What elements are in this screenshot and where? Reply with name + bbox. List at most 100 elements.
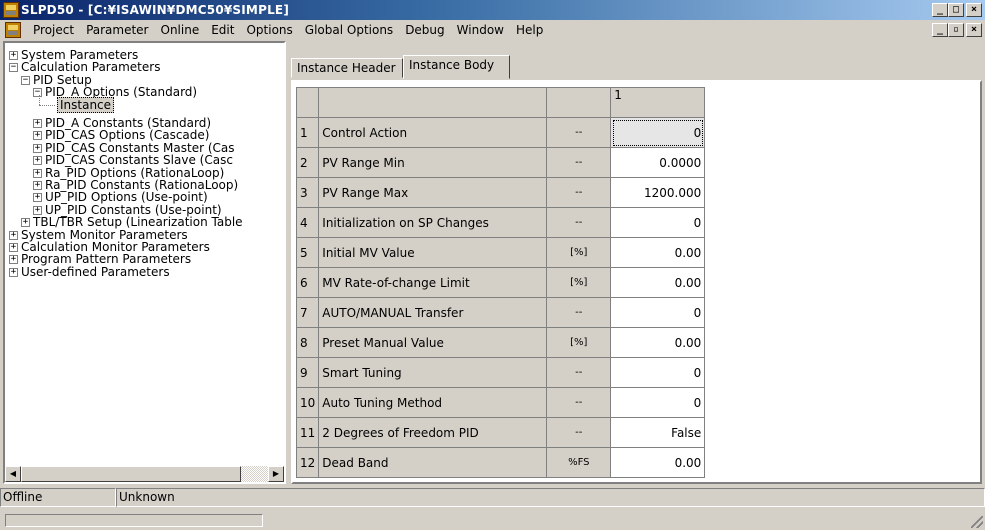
- expand-icon[interactable]: +: [33, 143, 42, 153]
- menu-project[interactable]: Project: [27, 23, 80, 37]
- row-number: 5: [295, 237, 320, 268]
- expand-icon[interactable]: +: [33, 181, 42, 190]
- document-window-controls: _ ▫ ×: [932, 23, 982, 37]
- row-number: 4: [295, 207, 320, 238]
- column-header[interactable]: 1: [610, 87, 706, 118]
- row-number: 9: [295, 357, 320, 388]
- parameter-value[interactable]: 0.00: [610, 237, 706, 268]
- resize-grip-icon[interactable]: [971, 516, 983, 528]
- table-row: 5 Initial MV Value [%] 0.00: [295, 237, 706, 268]
- menu-help[interactable]: Help: [510, 23, 549, 37]
- corner-cell: [295, 87, 320, 118]
- parameter-name: PV Range Min: [318, 147, 548, 178]
- row-number: 6: [295, 267, 320, 298]
- parameter-value[interactable]: 0: [610, 117, 706, 148]
- table-row: 4 Initialization on SP Changes -- 0: [295, 207, 706, 238]
- collapse-icon[interactable]: −: [33, 88, 42, 98]
- expand-icon[interactable]: +: [9, 51, 18, 60]
- menu-window[interactable]: Window: [451, 23, 510, 37]
- parameter-value[interactable]: 0.00: [610, 267, 706, 298]
- parameter-unit: --: [546, 417, 612, 448]
- app-icon[interactable]: [3, 2, 19, 18]
- close-button[interactable]: ×: [966, 3, 982, 17]
- parameter-name: AUTO/MANUAL Transfer: [318, 297, 548, 328]
- table-row: 11 2 Degrees of Freedom PID -- False: [295, 417, 706, 448]
- tree-connector: [39, 104, 55, 106]
- document-icon[interactable]: [5, 22, 21, 38]
- grid-header-row: 1: [295, 87, 706, 118]
- table-row: 1 Control Action -- 0: [295, 117, 706, 148]
- expand-icon[interactable]: +: [33, 168, 42, 178]
- row-number: 7: [295, 297, 320, 328]
- parameter-name: PV Range Max: [318, 177, 548, 208]
- parameter-grid: 1 1 Control Action -- 0 2 PV Range Min -- 0.000…: [295, 87, 706, 478]
- menu-online[interactable]: Online: [155, 23, 206, 37]
- menu-parameter[interactable]: Parameter: [80, 23, 154, 37]
- expand-icon[interactable]: +: [21, 218, 30, 228]
- parameter-value[interactable]: 0: [610, 357, 706, 388]
- row-number: 1: [295, 117, 320, 148]
- parameter-value[interactable]: 0.00: [610, 327, 706, 358]
- window-title: SLPD50 - [C:¥ISAWIN¥DMC50¥SIMPLE]: [21, 3, 289, 17]
- scroll-left-icon[interactable]: ◀: [5, 466, 21, 482]
- collapse-icon[interactable]: −: [21, 75, 30, 85]
- parameter-value[interactable]: False: [610, 417, 706, 448]
- menu-options[interactable]: Options: [240, 23, 298, 37]
- expand-icon[interactable]: +: [33, 193, 42, 203]
- expand-icon[interactable]: +: [33, 205, 42, 215]
- minimize-button[interactable]: _: [932, 3, 948, 17]
- parameter-name: Initial MV Value: [318, 237, 548, 268]
- parameter-value[interactable]: 0.00: [610, 447, 706, 478]
- collapse-icon[interactable]: −: [9, 63, 18, 73]
- doc-minimize-button[interactable]: _: [932, 23, 948, 37]
- expand-icon[interactable]: +: [9, 267, 18, 277]
- title-bar: SLPD50 - [C:¥ISAWIN¥DMC50¥SIMPLE] _ □ ×: [0, 0, 985, 20]
- expand-icon[interactable]: +: [9, 243, 18, 252]
- doc-restore-button[interactable]: ▫: [948, 23, 964, 37]
- parameter-tree[interactable]: System Parameters + Calculation Parameters…: [3, 41, 286, 484]
- doc-close-button[interactable]: ×: [966, 23, 982, 37]
- expand-icon[interactable]: +: [9, 255, 18, 265]
- parameter-name: Dead Band: [318, 447, 548, 478]
- tree-item[interactable]: Instance: [57, 96, 115, 113]
- expand-icon[interactable]: +: [33, 156, 42, 166]
- parameter-unit: [%]: [546, 237, 612, 268]
- parameter-value[interactable]: 1200.000: [610, 177, 706, 208]
- row-number: 2: [295, 147, 320, 178]
- table-row: 7 AUTO/MANUAL Transfer -- 0: [295, 297, 706, 328]
- parameter-value[interactable]: 0: [610, 387, 706, 418]
- parameter-name: Auto Tuning Method: [318, 387, 548, 418]
- row-number: 3: [295, 177, 320, 208]
- expand-icon[interactable]: +: [9, 230, 18, 240]
- tab-instance-body[interactable]: Instance Body: [403, 55, 510, 79]
- progress-area: [0, 511, 985, 530]
- parameter-unit: --: [546, 387, 612, 418]
- parameter-unit: --: [546, 357, 612, 388]
- horizontal-scrollbar[interactable]: ◀ ▶: [5, 466, 284, 482]
- maximize-button[interactable]: □: [948, 3, 964, 17]
- parameter-unit: [%]: [546, 267, 612, 298]
- status-bar: Offline Unknown: [0, 488, 985, 508]
- table-row: 12 Dead Band %FS 0.00: [295, 447, 706, 478]
- table-row: 9 Smart Tuning -- 0: [295, 357, 706, 388]
- parameter-name: MV Rate-of-change Limit: [318, 267, 548, 298]
- menu-global-options[interactable]: Global Options: [299, 23, 399, 37]
- expand-icon[interactable]: +: [33, 119, 42, 128]
- row-number: 12: [295, 447, 320, 478]
- row-number: 8: [295, 327, 320, 358]
- menu-edit[interactable]: Edit: [205, 23, 240, 37]
- scroll-right-icon[interactable]: ▶: [268, 466, 284, 482]
- parameter-value[interactable]: 0: [610, 297, 706, 328]
- scroll-thumb[interactable]: [21, 466, 241, 482]
- tree-item[interactable]: User-defined Parameters: [21, 265, 170, 279]
- parameter-unit: --: [546, 207, 612, 238]
- parameter-value[interactable]: 0.0000: [610, 147, 706, 178]
- parameter-value[interactable]: 0: [610, 207, 706, 238]
- parameter-name: Initialization on SP Changes: [318, 207, 548, 238]
- window-controls: _ □ ×: [932, 3, 982, 17]
- parameter-name: Smart Tuning: [318, 357, 548, 388]
- tab-instance-header[interactable]: Instance Header: [291, 58, 403, 78]
- menu-debug[interactable]: Debug: [399, 23, 450, 37]
- row-number: 10: [295, 387, 320, 418]
- expand-icon[interactable]: +: [33, 131, 42, 141]
